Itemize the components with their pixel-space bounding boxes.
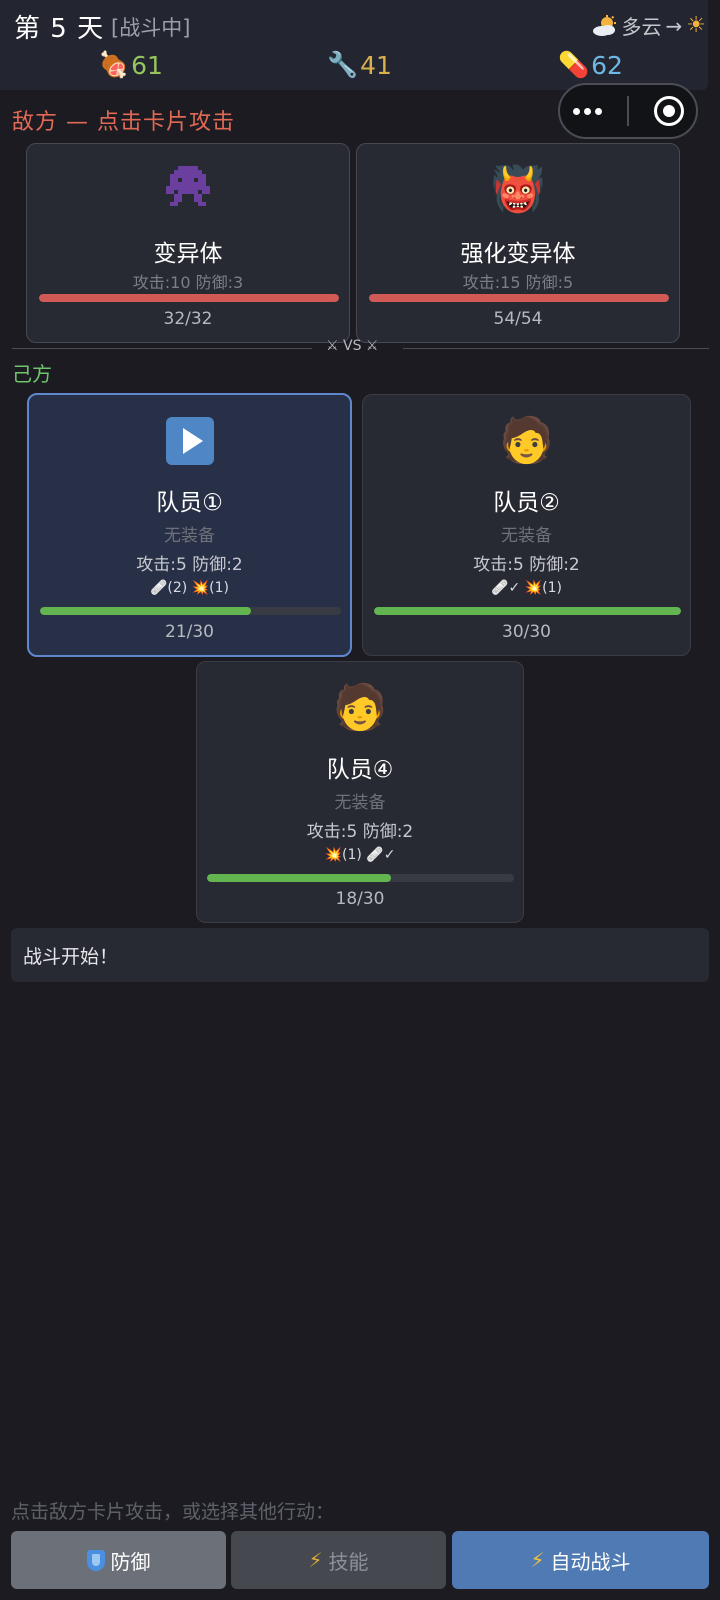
play-icon <box>165 417 214 465</box>
member-equipment: 无装备 <box>164 526 215 546</box>
member-hp-text: 30/30 <box>502 622 551 642</box>
enemy-stats: 攻击:15 防御:5 <box>462 273 574 292</box>
enemy-card-enhanced-mutant[interactable]: 👹 强化变异体 攻击:15 防御:5 54/54 <box>356 143 680 343</box>
member-name: 队员④ <box>326 757 394 783</box>
shield-icon <box>86 1549 105 1571</box>
enemy-card-mutant[interactable]: 变异体 攻击:10 防御:3 32/32 <box>26 143 350 343</box>
weather-forecast: 多云 → ☀ <box>592 11 706 40</box>
member-hp-text: 18/30 <box>335 889 385 909</box>
member-stats: 攻击:5 防御:2 <box>136 555 243 575</box>
member-name: 队员② <box>493 490 560 516</box>
member-stats: 攻击:5 防御:2 <box>473 555 580 575</box>
food-resource: 🍖 61 <box>98 50 163 80</box>
member-hp-fill <box>374 607 681 615</box>
lightning-icon: ⚡ <box>308 1548 323 1572</box>
tool-count: 41 <box>360 50 392 80</box>
ogre-icon: 👹 <box>490 164 546 215</box>
enemy-hp-text: 54/54 <box>493 309 543 329</box>
medicine-resource: 💊 62 <box>558 50 623 80</box>
enemy-section-title: 敌方 — 点击卡片攻击 <box>12 110 235 135</box>
member-card-1[interactable]: 队员① 无装备 攻击:5 防御:2 🩹(2) 💥(1) 21/30 <box>27 393 352 657</box>
member-stats: 攻击:5 防御:2 <box>306 822 414 842</box>
vs-label: ⚔ VS ⚔ <box>326 338 379 354</box>
pill-icon: 💊 <box>558 50 590 79</box>
member-hp-bar <box>207 874 514 882</box>
member-effects: 🩹✓ 💥(1) <box>491 580 562 596</box>
divider-left <box>12 348 312 349</box>
more-menu-icon[interactable] <box>572 107 602 115</box>
enemy-hp-bar <box>39 294 339 302</box>
weather-label: 多云 <box>621 15 662 39</box>
divider-right <box>403 348 709 349</box>
member-hp-bar <box>40 607 341 615</box>
action-hint: 点击敌方卡片攻击，或选择其他行动： <box>11 1501 335 1523</box>
enemy-name: 变异体 <box>153 241 223 267</box>
member-equipment: 无装备 <box>501 526 552 546</box>
member-hp-text: 21/30 <box>165 622 214 642</box>
wrench-icon: 🔧 <box>327 50 359 79</box>
member-card-2[interactable]: 🧑 队员② 无装备 攻击:5 防御:2 🩹✓ 💥(1) 30/30 <box>362 394 691 656</box>
ally-section-title: 己方 <box>12 362 52 386</box>
person-icon: 🧑 <box>332 682 388 733</box>
member-card-4[interactable]: 🧑 队员④ 无装备 攻击:5 防御:2 💥(1) 🩹✓ 18/30 <box>196 661 524 923</box>
member-hp-bar <box>374 607 681 615</box>
member-name: 队员① <box>156 490 223 516</box>
battle-status: [战斗中] <box>111 16 191 40</box>
sun-behind-cloud-icon <box>592 14 616 36</box>
skill-label: 技能 <box>328 1549 369 1574</box>
person-icon: 🧑 <box>499 415 554 466</box>
member-equipment: 无装备 <box>334 793 386 813</box>
sun-icon: ☀ <box>686 13 706 38</box>
enemy-hp-text: 32/32 <box>163 309 213 329</box>
skill-button[interactable]: ⚡ 技能 <box>231 1531 446 1589</box>
pixel-alien-icon <box>166 166 210 206</box>
food-count: 61 <box>131 50 163 80</box>
close-miniprogram-icon[interactable] <box>653 96 684 126</box>
weather-arrow: → <box>665 13 683 38</box>
day-counter: 第 5 天 <box>14 14 105 44</box>
member-hp-fill <box>40 607 251 615</box>
auto-battle-button[interactable]: ⚡ 自动战斗 <box>452 1531 709 1589</box>
enemy-name: 强化变异体 <box>460 241 576 267</box>
meat-icon: 🍖 <box>98 50 130 79</box>
defend-button[interactable]: 防御 <box>11 1531 226 1589</box>
member-effects: 🩹(2) 💥(1) <box>150 580 229 596</box>
member-hp-fill <box>207 874 392 882</box>
medicine-count: 62 <box>591 50 623 80</box>
battle-log: 战斗开始！ <box>11 928 709 982</box>
enemy-hp-fill <box>369 294 669 302</box>
capsule-divider <box>626 96 629 126</box>
auto-battle-label: 自动战斗 <box>550 1549 631 1574</box>
enemy-hp-bar <box>369 294 669 302</box>
miniprogram-capsule <box>558 83 698 139</box>
lightning-icon: ⚡ <box>530 1548 545 1572</box>
enemy-stats: 攻击:10 防御:3 <box>132 273 244 292</box>
tool-resource: 🔧 41 <box>327 50 392 80</box>
enemy-hp-fill <box>39 294 339 302</box>
member-effects: 💥(1) 🩹✓ <box>324 847 396 863</box>
defend-label: 防御 <box>110 1549 151 1574</box>
